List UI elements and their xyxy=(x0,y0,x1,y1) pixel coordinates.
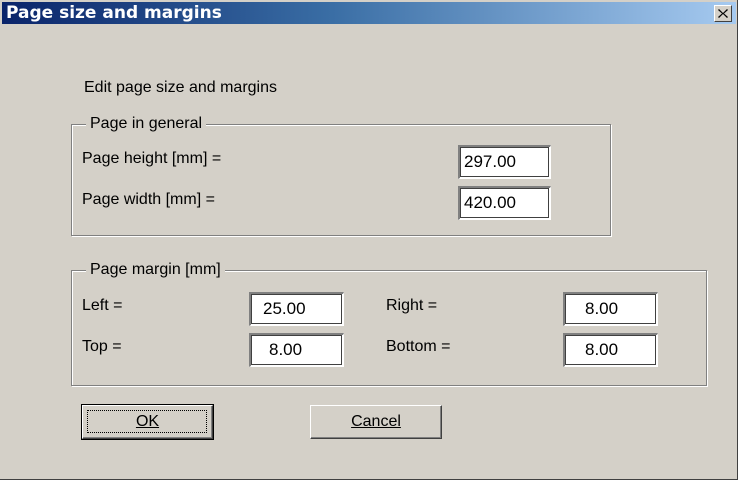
margin-top-input[interactable]: 8.00 xyxy=(249,333,344,367)
page-width-input[interactable]: 420.00 xyxy=(458,186,551,220)
group-page-margin xyxy=(71,270,707,386)
cancel-button-label: Cancel xyxy=(351,413,401,430)
margin-right-input[interactable]: 8.00 xyxy=(563,292,658,326)
margin-right-label: Right = xyxy=(386,297,438,314)
margin-left-input[interactable]: 25.00 xyxy=(249,292,344,326)
page-size-dialog: Page size and margins Edit page size and… xyxy=(0,0,738,480)
margin-bottom-input[interactable]: 8.00 xyxy=(563,333,658,367)
page-width-label: Page width [mm] = xyxy=(82,191,215,208)
focus-rectangle xyxy=(87,410,207,433)
title-bar[interactable]: Page size and margins xyxy=(2,2,736,24)
window-title: Page size and margins xyxy=(6,3,222,23)
margin-left-label: Left = xyxy=(82,297,123,314)
ok-button[interactable]: OK xyxy=(81,404,214,440)
dialog-heading: Edit page size and margins xyxy=(84,79,277,96)
page-height-label: Page height [mm] = xyxy=(82,150,222,167)
margin-bottom-label: Bottom = xyxy=(386,338,451,355)
page-height-input[interactable]: 297.00 xyxy=(458,145,551,179)
margin-top-label: Top = xyxy=(82,338,122,355)
cancel-button[interactable]: Cancel xyxy=(310,405,442,439)
close-button[interactable] xyxy=(714,5,732,22)
group-page-general-legend: Page in general xyxy=(86,114,207,134)
group-page-margin-legend: Page margin [mm] xyxy=(86,260,225,280)
close-icon xyxy=(718,9,728,18)
